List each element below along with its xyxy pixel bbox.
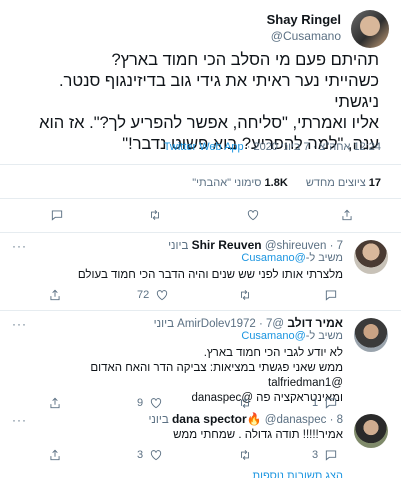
reply-tweet[interactable]: ··· dana spector🔥 @danaspec · 8 ביוני אמ… (0, 410, 401, 465)
like-count: 3 (137, 449, 144, 461)
reply-header: אמיר דולב @AmirDolev1972 · 7 ביוני (153, 316, 343, 330)
share-button[interactable] (48, 396, 62, 410)
retweet-button[interactable] (238, 396, 252, 410)
tweet-text-line: תהיתם פעם מי הסלב הכי חמוד בארץ? (111, 51, 379, 69)
author-handle[interactable]: @Cusamano (271, 29, 341, 43)
likes-label[interactable]: סימוני "אהבתי" (192, 177, 261, 189)
retweet-button[interactable] (238, 448, 252, 462)
main-actions (0, 208, 401, 228)
tweet-text: תהיתם פעם מי הסלב הכי חמוד בארץ? כשהייתי… (19, 50, 379, 155)
show-more-replies[interactable]: הצג תשובות נוספות (253, 470, 343, 478)
share-icon (50, 397, 60, 409)
retweet-icon (151, 210, 159, 220)
reply-button[interactable]: 1 (312, 396, 338, 410)
tweet-text-line: כשהייתי נער ראיתי את גידי גוב בדיזינגוף … (58, 72, 379, 111)
share-button[interactable] (340, 208, 354, 222)
replying-to-handle[interactable]: @Cusamano (241, 252, 305, 264)
like-count: 9 (137, 397, 144, 409)
tweet-text-line: אליו ואמרתי, "סליחה, אפשר להפריע לך?". א… (39, 114, 379, 132)
retweets-label[interactable]: ציוצים מחדש (306, 177, 366, 189)
like-button[interactable]: 3 (137, 448, 163, 462)
reply-text-line: ממש שאני פגשתי במציאות: צביקה הדר והאח ה… (90, 362, 343, 389)
replying-to: משיב ל-@Cusamano (241, 330, 343, 342)
like-icon (150, 398, 162, 409)
reply-count: 3 (312, 449, 319, 461)
divider (0, 310, 401, 311)
reply-icon (325, 398, 337, 409)
reply-text-line: לא יודע לגבי הכי חמוד בארץ. (203, 347, 343, 359)
like-button[interactable]: 9 (137, 396, 163, 410)
reply-text-line: מלצרתי אותו לפני שש שנים והיה הדבר הכי ח… (77, 269, 343, 281)
like-icon (150, 450, 162, 461)
reply-header: Shir Reuven @shireuven · 7 ביוני (168, 238, 343, 252)
like-icon (157, 290, 168, 301)
reply-author-handle[interactable]: @shireuven (265, 240, 327, 252)
reply-tweet[interactable]: ··· אמיר דולב @AmirDolev1972 · 7 ביוני מ… (0, 314, 401, 409)
share-icon (50, 449, 60, 461)
reply-icon (51, 210, 63, 221)
share-button[interactable] (48, 288, 62, 302)
retweet-icon (241, 290, 249, 300)
tweet-source[interactable]: Twitter Web App (164, 141, 244, 153)
reply-icon (325, 450, 337, 461)
share-button[interactable] (48, 448, 62, 462)
retweet-button[interactable] (238, 288, 252, 302)
reply-author-name[interactable]: אמיר דולב (287, 316, 343, 330)
like-count: 72 (137, 289, 150, 301)
share-icon (342, 209, 352, 221)
retweet-icon (241, 398, 249, 408)
reply-author-name[interactable]: Shir Reuven (192, 238, 262, 252)
tweet-time[interactable]: 12:24 אחה"צ · 7 ביוני 2020 (253, 141, 381, 153)
reply-header: dana spector🔥 @danaspec · 8 ביוני (148, 412, 343, 426)
more-options-icon[interactable]: ··· (12, 317, 27, 331)
likes-count[interactable]: 1.8K (265, 177, 288, 189)
reply-icon (325, 290, 337, 301)
retweet-button[interactable] (148, 208, 162, 222)
reply-tweet[interactable]: ··· Shir Reuven @shireuven · 7 ביוני משי… (0, 236, 401, 306)
divider (0, 232, 401, 233)
retweet-icon (241, 450, 249, 460)
divider (0, 164, 401, 165)
reply-author-handle[interactable]: @danaspec (265, 414, 327, 426)
reply-author-name[interactable]: dana spector🔥 (172, 412, 262, 426)
like-button[interactable] (246, 208, 260, 222)
reply-text: אמיר!!!!! תודה גדולה . שמחתי ממש (23, 428, 343, 443)
reply-text: מלצרתי אותו לפני שש שנים והיה הדבר הכי ח… (23, 268, 343, 283)
reply-button[interactable]: 3 (312, 448, 338, 462)
replying-to: משיב ל-@Cusamano (241, 252, 343, 264)
like-button[interactable]: 72 (137, 288, 169, 302)
avatar[interactable] (354, 414, 388, 448)
tweet-stats: 17 ציוצים מחדש 1.8K סימוני "אהבתי" (192, 177, 381, 189)
reply-count: 1 (312, 397, 319, 409)
more-options-icon[interactable]: ··· (12, 239, 27, 253)
replying-to-handle[interactable]: @Cusamano (241, 330, 305, 342)
author-name[interactable]: Shay Ringel (267, 12, 341, 27)
tweet-meta: 12:24 אחה"צ · 7 ביוני 2020 · Twitter Web… (163, 141, 381, 153)
retweets-count[interactable]: 17 (369, 177, 381, 189)
reply-actions: 3 3 (0, 448, 401, 468)
reply-actions: 72 (0, 288, 401, 308)
avatar[interactable] (354, 240, 388, 274)
like-icon (247, 210, 259, 221)
avatar[interactable] (354, 318, 388, 352)
divider (0, 198, 401, 199)
reply-text-line: אמיר!!!!! תודה גדולה . שמחתי ממש (173, 429, 343, 441)
avatar[interactable] (351, 10, 389, 48)
share-icon (50, 289, 60, 301)
reply-button[interactable] (50, 208, 64, 222)
more-options-icon[interactable]: ··· (12, 413, 27, 427)
reply-button[interactable] (324, 288, 338, 302)
